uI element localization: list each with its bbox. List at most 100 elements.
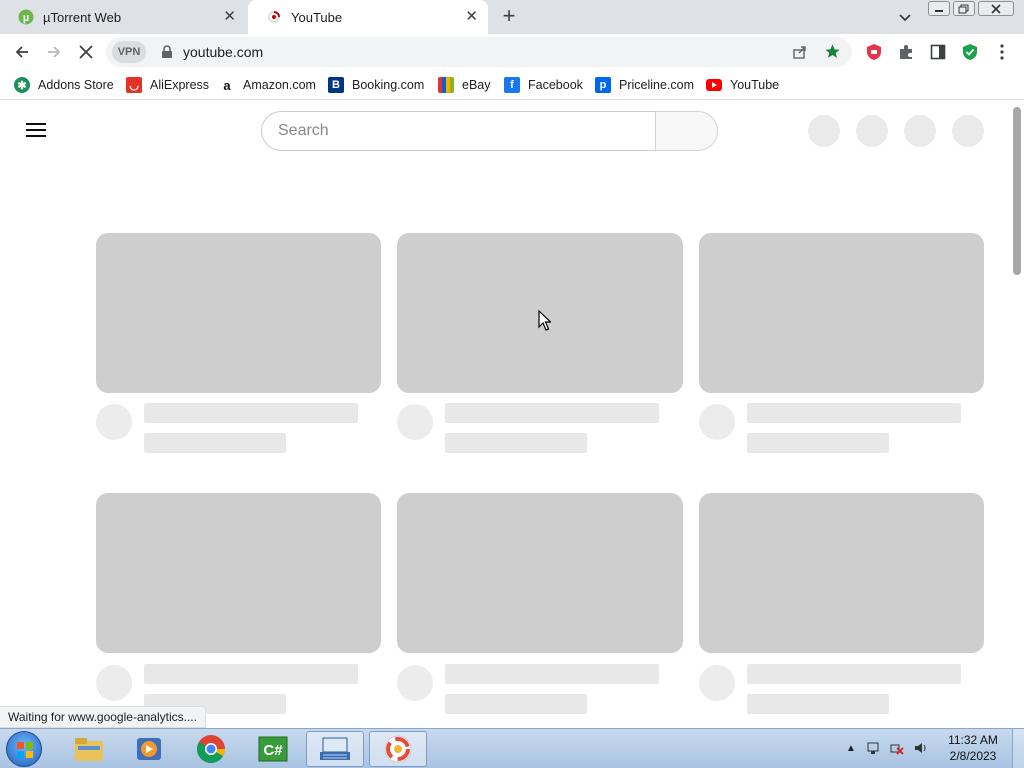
bookmark-label: Facebook [528, 78, 583, 92]
facebook-icon: f [504, 77, 520, 93]
avatar-placeholder [96, 665, 132, 701]
close-window-button[interactable] [978, 1, 1014, 16]
share-icon[interactable] [792, 44, 808, 65]
youtube-icon [706, 77, 722, 93]
lock-icon[interactable] [161, 45, 173, 64]
tab-title: YouTube [291, 9, 343, 25]
addons-store-icon: ✱ [14, 77, 30, 93]
close-tab-icon[interactable]: ✕ [465, 9, 478, 25]
new-tab-button[interactable]: + [498, 5, 520, 28]
svg-text:C#: C# [263, 742, 283, 759]
csharp-icon[interactable]: C# [244, 731, 302, 767]
thumbnail-placeholder [699, 493, 984, 653]
bookmark-label: eBay [462, 78, 491, 92]
menu-hamburger-icon[interactable] [26, 123, 46, 137]
windows-taskbar: C# ▲ 11:32 AM 2/8/2023 [0, 728, 1024, 768]
search-input[interactable]: Search [261, 111, 656, 151]
back-arrow-icon[interactable] [12, 42, 32, 62]
start-button[interactable] [6, 731, 42, 767]
tab-title: µTorrent Web [43, 9, 122, 25]
bookmark-facebook[interactable]: f Facebook [504, 76, 583, 94]
volume-icon[interactable] [914, 741, 928, 755]
title-placeholder [747, 403, 961, 423]
stop-loading-icon[interactable] [76, 42, 96, 62]
close-tab-icon[interactable]: ✕ [223, 9, 236, 25]
status-bubble: Waiting for www.google-analytics.... [0, 706, 206, 728]
bookmark-booking[interactable]: B Booking.com [328, 76, 424, 94]
bookmark-amazon[interactable]: a Amazon.com [219, 76, 316, 94]
meta-placeholder [445, 433, 587, 453]
system-clock[interactable]: 11:32 AM 2/8/2023 [936, 732, 1010, 764]
shield-icon[interactable] [960, 42, 980, 62]
header-placeholder-circle [904, 115, 936, 147]
bookmark-label: Booking.com [352, 78, 425, 92]
header-placeholder-circle [808, 115, 840, 147]
tab-youtube[interactable]: YouTube ✕ [248, 0, 488, 34]
title-placeholder [747, 664, 961, 684]
adblock-extension-icon[interactable] [864, 42, 884, 62]
menu-kebab-icon[interactable] [992, 42, 1012, 62]
avatar-placeholder [397, 665, 433, 701]
mouse-cursor-icon [538, 309, 552, 336]
bookmark-addons-store[interactable]: ✱ Addons Store [14, 76, 114, 94]
chrome-icon[interactable] [182, 731, 240, 767]
header-placeholder-circle [952, 115, 984, 147]
priceline-icon: p [595, 77, 611, 93]
utorrent-icon: µ [18, 9, 34, 25]
meta-placeholder [144, 433, 286, 453]
bookmark-youtube[interactable]: YouTube [706, 76, 779, 94]
network-disconnected-icon[interactable] [890, 741, 904, 755]
minimize-button[interactable] [928, 1, 950, 16]
avatar-placeholder [699, 665, 735, 701]
meta-placeholder [445, 694, 587, 714]
aliexpress-icon: ◡ [126, 77, 142, 93]
bookmarks-bar: ✱ Addons Store ◡ AliExpress a Amazon.com… [0, 70, 1024, 100]
ebay-icon [438, 77, 454, 93]
bookmark-star-icon[interactable] [824, 43, 841, 65]
search-button[interactable] [655, 111, 718, 151]
show-hidden-icons-icon[interactable]: ▲ [844, 741, 858, 755]
forward-arrow-icon[interactable] [44, 42, 64, 62]
tab-utorrent[interactable]: µ µTorrent Web ✕ [0, 0, 246, 34]
header-placeholder-circle [856, 115, 888, 147]
bookmark-label: YouTube [730, 78, 780, 92]
search-placeholder: Search [278, 122, 329, 139]
browser-app-icon[interactable] [369, 731, 427, 767]
restore-button[interactable] [953, 1, 975, 16]
svg-text:µ: µ [23, 12, 29, 24]
avatar-placeholder [699, 404, 735, 440]
show-desktop-button[interactable] [1012, 729, 1024, 768]
scrollbar-thumb[interactable] [1013, 107, 1021, 275]
keyboard-app-icon[interactable] [306, 731, 364, 767]
meta-placeholder [747, 433, 889, 453]
vpn-badge[interactable]: VPN [112, 41, 146, 63]
bookmark-priceline[interactable]: p Priceline.com [595, 76, 694, 94]
address-bar[interactable]: VPN youtube.com [106, 37, 852, 67]
bookmark-label: AliExpress [150, 78, 210, 92]
browser-toolbar: VPN youtube.com [0, 34, 1024, 70]
thumbnail-placeholder [96, 493, 381, 653]
clock-date: 2/8/2023 [949, 749, 997, 763]
thumbnail-placeholder [699, 233, 984, 393]
title-placeholder [445, 664, 659, 684]
device-tray-icon[interactable] [866, 741, 880, 755]
amazon-icon: a [219, 77, 235, 93]
bookmark-label: Priceline.com [619, 78, 695, 92]
media-player-icon[interactable] [120, 731, 178, 767]
side-panel-icon[interactable] [928, 42, 948, 62]
bookmark-ebay[interactable]: eBay [438, 76, 491, 94]
avatar-placeholder [397, 404, 433, 440]
extensions-puzzle-icon[interactable] [896, 42, 916, 62]
booking-icon: B [328, 77, 344, 93]
youtube-page: Search [0, 101, 1024, 728]
avatar-placeholder [96, 404, 132, 440]
title-placeholder [144, 403, 358, 423]
chevron-down-icon[interactable] [897, 9, 913, 25]
windows-explorer-icon[interactable] [60, 731, 118, 767]
bookmark-label: Addons Store [38, 78, 114, 92]
window-controls [928, 1, 1014, 16]
url-text[interactable]: youtube.com [183, 44, 263, 60]
title-placeholder [445, 403, 659, 423]
page-scrollbar[interactable] [1010, 101, 1024, 728]
bookmark-aliexpress[interactable]: ◡ AliExpress [126, 76, 209, 94]
